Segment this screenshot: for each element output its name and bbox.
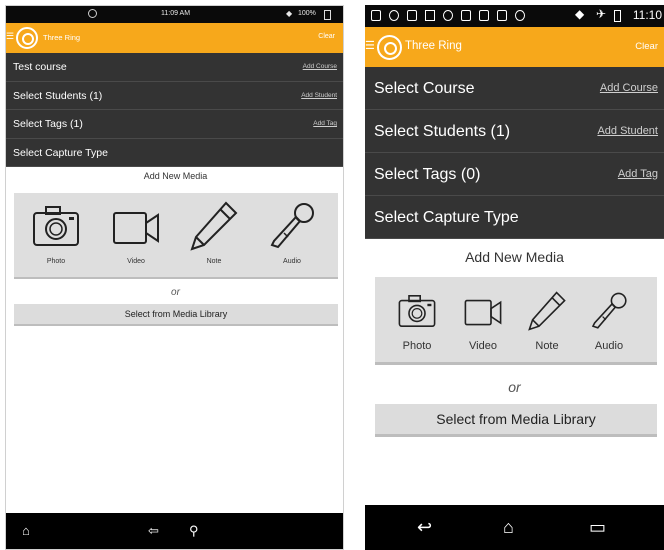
- capture-type-row: Select Capture Type: [365, 196, 664, 239]
- add-tag-link[interactable]: Add Tag: [313, 120, 337, 127]
- recents-icon[interactable]: ▭: [589, 517, 606, 538]
- pencil-icon: [528, 291, 566, 331]
- photo-label: Photo: [402, 340, 432, 352]
- select-media-library-button[interactable]: Select from Media Library: [375, 404, 657, 437]
- add-new-media-heading: Add New Media: [465, 249, 564, 265]
- sync-icon: [88, 9, 97, 18]
- add-course-link[interactable]: Add Course: [303, 63, 337, 70]
- battery-icon: [614, 10, 621, 22]
- battery-icon: [324, 10, 331, 20]
- students-label: Select Students (1): [374, 123, 511, 140]
- audio-option[interactable]: Audio: [581, 291, 637, 361]
- link-icon: [443, 10, 453, 21]
- clear-button[interactable]: Clear: [635, 41, 658, 52]
- audio-label: Audio: [594, 340, 624, 352]
- photo-label: Photo: [46, 258, 66, 265]
- screenshot-stage: 11:09 AM ◆ 100% ☰ Three Ring Clear Test …: [0, 0, 664, 550]
- menu-icon[interactable]: ☰: [365, 39, 375, 52]
- microphone-icon: [591, 292, 627, 329]
- airplane-icon: ✈: [596, 7, 607, 21]
- video-option[interactable]: Video: [104, 201, 168, 271]
- tags-label: Select Tags (0): [374, 166, 481, 183]
- note-option[interactable]: Note: [519, 291, 575, 361]
- app-title: Three Ring: [405, 40, 462, 52]
- pencil-icon: [190, 201, 238, 251]
- pin-icon: [425, 10, 435, 21]
- students-row[interactable]: Select Students (1) Add Student: [365, 110, 664, 153]
- course-row[interactable]: Select Course Add Course: [365, 67, 664, 110]
- audio-option[interactable]: Audio: [260, 201, 324, 271]
- add-course-link[interactable]: Add Course: [600, 82, 658, 94]
- add-student-link[interactable]: Add Student: [301, 92, 337, 99]
- photo-option[interactable]: Photo: [24, 201, 88, 271]
- back-icon[interactable]: ↩: [417, 517, 432, 538]
- note-option[interactable]: Note: [182, 201, 246, 271]
- status-bar: ◆ ✈ 11:10: [365, 5, 664, 27]
- audio-label: Audio: [283, 258, 301, 265]
- media-options: Photo Video Note Audio: [375, 277, 657, 365]
- search-icon[interactable]: ⚲: [189, 523, 199, 539]
- back-icon[interactable]: ⇦: [148, 523, 159, 539]
- bag-icon: [497, 10, 507, 21]
- video-camera-icon: [113, 212, 159, 244]
- students-label: Select Students (1): [13, 89, 103, 102]
- battery-percent: 100%: [298, 10, 316, 17]
- video-label: Video: [127, 258, 145, 265]
- android-icon: [515, 10, 525, 21]
- note-label: Note: [206, 258, 222, 265]
- app-title: Three Ring: [43, 33, 81, 42]
- three-ring-logo-icon[interactable]: [16, 27, 38, 49]
- tags-label: Select Tags (1): [13, 118, 83, 130]
- note-label: Note: [535, 340, 559, 352]
- tags-row[interactable]: Select Tags (1) Add Tag: [6, 110, 343, 139]
- home-icon[interactable]: ⌂: [22, 523, 30, 538]
- phone-screen: ◆ ✈ 11:10 ☰ Three Ring Clear Select Cour…: [365, 5, 664, 550]
- mail-icon: [407, 10, 417, 21]
- status-time: 11:10: [632, 8, 662, 22]
- clear-button[interactable]: Clear: [318, 33, 335, 40]
- course-row[interactable]: Test course Add Course: [6, 53, 343, 82]
- course-label: Test course: [13, 61, 67, 73]
- add-student-link[interactable]: Add Student: [597, 125, 658, 137]
- wifi-icon: ◆: [575, 7, 585, 21]
- add-new-media-heading: Add New Media: [143, 171, 208, 181]
- barcode-icon: [461, 10, 471, 21]
- students-row[interactable]: Select Students (1) Add Student: [6, 81, 343, 110]
- video-camera-icon: [464, 299, 502, 326]
- tablet-screen: 11:09 AM ◆ 100% ☰ Three Ring Clear Test …: [5, 5, 344, 550]
- app-bar: ☰ Three Ring Clear: [365, 27, 664, 67]
- microphone-icon: [270, 203, 314, 249]
- app-bar: ☰ Three Ring Clear: [6, 23, 343, 53]
- course-label: Select Course: [374, 80, 475, 97]
- status-bar: 11:09 AM ◆ 100%: [6, 6, 343, 23]
- calendar-icon: [479, 10, 489, 21]
- video-option[interactable]: Video: [455, 291, 511, 361]
- photo-option[interactable]: Photo: [389, 291, 445, 361]
- media-options: Photo Video Note Audio: [14, 193, 338, 279]
- navigation-bar: ↩ ⌂ ▭: [365, 505, 664, 550]
- add-tag-link[interactable]: Add Tag: [618, 168, 658, 180]
- home-icon[interactable]: ⌂: [503, 517, 514, 538]
- camera-icon: [33, 206, 79, 246]
- notification-icon: [371, 10, 381, 21]
- capture-type-label: Select Capture Type: [374, 209, 519, 226]
- status-time: 11:09 AM: [161, 10, 191, 17]
- capture-type-row: Select Capture Type: [6, 138, 343, 167]
- three-ring-logo-icon[interactable]: [377, 35, 402, 60]
- or-divider: or: [171, 287, 180, 298]
- video-label: Video: [469, 340, 497, 352]
- camera-icon: [398, 295, 436, 327]
- hangouts-icon: [389, 10, 399, 21]
- or-divider: or: [508, 379, 521, 395]
- tags-row[interactable]: Select Tags (0) Add Tag: [365, 153, 664, 196]
- wifi-icon: ◆: [286, 9, 293, 18]
- menu-icon[interactable]: ☰: [6, 31, 14, 42]
- navigation-bar: ⌂ ⇦ ⚲: [6, 513, 343, 549]
- capture-type-label: Select Capture Type: [13, 146, 108, 159]
- select-media-library-button[interactable]: Select from Media Library: [14, 304, 338, 326]
